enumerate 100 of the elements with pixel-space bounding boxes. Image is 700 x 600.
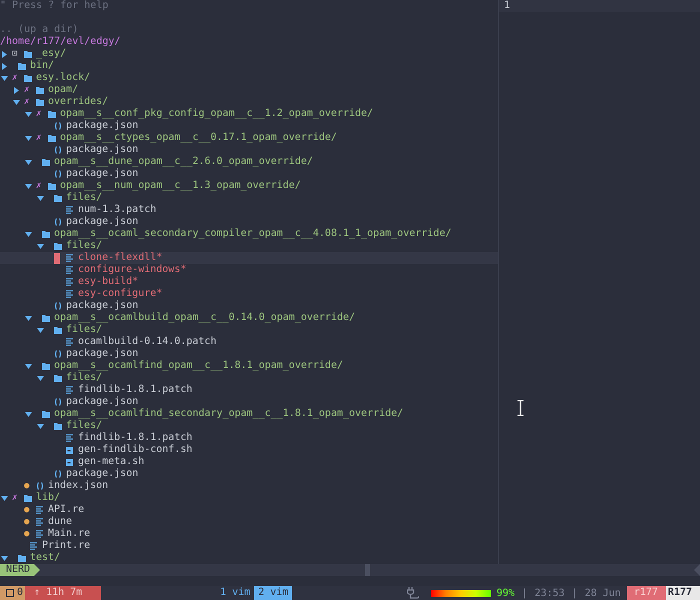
folder-name[interactable]: files/ — [66, 192, 102, 204]
plug-icon — [407, 587, 420, 599]
file-name[interactable]: Print.re — [42, 540, 90, 552]
file-name[interactable]: package.json — [66, 396, 138, 408]
folder-name[interactable]: opam__s__ocamlfind_opam__c__1.8.1_opam_override/ — [54, 360, 343, 372]
file-name[interactable]: esy-build* — [78, 276, 138, 288]
folder-name[interactable]: opam__s__num_opam__c__1.3_opam_override/ — [60, 180, 301, 192]
expand-down-arrow-icon[interactable] — [37, 242, 44, 250]
folder-name[interactable]: opam__s__dune_opam__c__2.6.0_opam_override/ — [54, 156, 313, 168]
file-name[interactable]: package.json — [66, 168, 138, 180]
text-file-icon — [66, 206, 73, 214]
expand-down-arrow-icon[interactable] — [25, 230, 32, 238]
battery-percent: 99% — [496, 588, 515, 598]
file-name[interactable]: esy-configure* — [78, 288, 162, 300]
collapse-right-arrow-icon[interactable] — [13, 86, 20, 94]
file-name[interactable]: package.json — [66, 216, 138, 228]
chevron-icon — [34, 564, 40, 576]
expand-down-arrow-icon[interactable] — [13, 98, 20, 106]
expand-down-arrow-icon[interactable] — [37, 326, 44, 334]
expand-down-arrow-icon[interactable] — [25, 362, 32, 370]
file-name[interactable]: package.json — [66, 468, 138, 480]
file-name[interactable]: gen-meta.sh — [78, 456, 144, 468]
git-status-mark: ● — [24, 480, 30, 492]
folder-name[interactable]: opam__s__ocamlfind_secondary_opam__c__1.8.1_opam_override/ — [54, 408, 404, 420]
braces-icon — [54, 398, 62, 406]
expand-down-arrow-icon[interactable] — [25, 410, 32, 418]
text-file-icon — [36, 518, 43, 526]
git-status-mark: ⊡ — [12, 48, 18, 60]
file-name[interactable]: findlib-1.8.1.patch — [78, 432, 192, 444]
text-file-icon — [36, 530, 43, 538]
text-cursor-icon — [517, 400, 524, 416]
collapse-right-arrow-icon[interactable] — [1, 50, 8, 58]
help-hint: " Press ? for help — [0, 0, 108, 12]
file-name[interactable]: Main.re — [48, 528, 90, 540]
expand-down-arrow-icon[interactable] — [25, 110, 32, 118]
host-badge: R177 — [666, 586, 700, 600]
expand-down-arrow-icon[interactable] — [25, 134, 32, 142]
file-name[interactable]: clone-flexdll* — [78, 252, 162, 264]
folder-name[interactable]: files/ — [66, 372, 102, 384]
current-path: /home/r177/evl/edgy/ — [0, 36, 120, 48]
expand-down-arrow-icon[interactable] — [37, 194, 44, 202]
folder-name[interactable]: opam__s__ocaml_secondary_compiler_opam__c__4.08.1_1_opam_override/ — [54, 228, 452, 240]
folder-name[interactable]: opam__s__ctypes_opam__c__0.17.1_opam_override/ — [60, 132, 337, 144]
braces-icon — [54, 122, 62, 130]
expand-down-arrow-icon[interactable] — [37, 374, 44, 382]
folder-name[interactable]: test/ — [30, 552, 60, 564]
git-status-mark: ✗ — [36, 180, 42, 192]
folder-icon — [24, 494, 32, 502]
text-file-icon — [66, 254, 73, 262]
folder-name[interactable]: files/ — [66, 240, 102, 252]
git-status-mark: ✗ — [12, 492, 18, 504]
file-name[interactable]: ocamlbuild-0.14.0.patch — [78, 336, 216, 348]
file-name[interactable]: package.json — [66, 348, 138, 360]
file-name[interactable]: findlib-1.8.1.patch — [78, 384, 192, 396]
folder-name[interactable]: lib/ — [36, 492, 60, 504]
braces-icon — [54, 350, 62, 358]
folder-name[interactable]: files/ — [66, 324, 102, 336]
folder-name[interactable]: files/ — [66, 420, 102, 432]
file-name[interactable]: configure-windows* — [78, 264, 186, 276]
expand-down-arrow-icon[interactable] — [25, 182, 32, 190]
text-file-icon — [66, 266, 73, 274]
expand-down-arrow-icon[interactable] — [25, 314, 32, 322]
folder-name[interactable]: _esy/ — [36, 48, 66, 60]
expand-down-arrow-icon[interactable] — [1, 74, 8, 82]
file-name[interactable]: package.json — [66, 120, 138, 132]
expand-down-arrow-icon[interactable] — [1, 494, 8, 502]
folder-name[interactable]: bin/ — [30, 60, 54, 72]
expand-down-arrow-icon[interactable] — [1, 554, 8, 562]
text-file-icon — [66, 386, 73, 394]
split-marker — [364, 564, 370, 576]
left-arrow-icon — [694, 564, 700, 576]
git-status-mark: ✗ — [24, 84, 30, 96]
folder-name[interactable]: opam/ — [48, 84, 78, 96]
folder-name[interactable]: overrides/ — [48, 96, 108, 108]
braces-icon — [54, 470, 62, 478]
folder-name[interactable]: esy.lock/ — [36, 72, 90, 84]
date-text: 28 Jun — [584, 588, 621, 598]
file-name[interactable]: dune — [48, 516, 72, 528]
clock-time: 23:53 — [534, 588, 565, 598]
file-name[interactable]: package.json — [66, 300, 138, 312]
separator-text: | — [572, 588, 578, 598]
folder-icon — [42, 158, 50, 166]
window-tab[interactable]: 1 vim — [216, 586, 254, 600]
session-number: 0 — [17, 586, 24, 600]
separator-text: | — [522, 588, 528, 598]
file-name[interactable]: package.json — [66, 144, 138, 156]
expand-down-arrow-icon[interactable] — [37, 422, 44, 430]
file-name[interactable]: API.re — [48, 504, 84, 516]
file-name[interactable]: index.json — [48, 480, 108, 492]
file-name[interactable]: gen-findlib-conf.sh — [78, 444, 192, 456]
folder-icon — [48, 134, 56, 142]
folder-icon — [18, 554, 26, 562]
collapse-right-arrow-icon[interactable] — [1, 62, 8, 70]
git-status-mark: ● — [24, 528, 30, 540]
folder-name[interactable]: opam__s__conf_pkg_config_opam__c__1.2_opam_override/ — [60, 108, 374, 120]
folder-name[interactable]: opam__s__ocamlbuild_opam__c__0.14.0_opam_override/ — [54, 312, 356, 324]
expand-down-arrow-icon[interactable] — [25, 158, 32, 166]
window-tab[interactable]: 2 vim — [254, 586, 292, 600]
file-name[interactable]: num-1.3.patch — [78, 204, 156, 216]
braces-icon — [54, 218, 62, 226]
